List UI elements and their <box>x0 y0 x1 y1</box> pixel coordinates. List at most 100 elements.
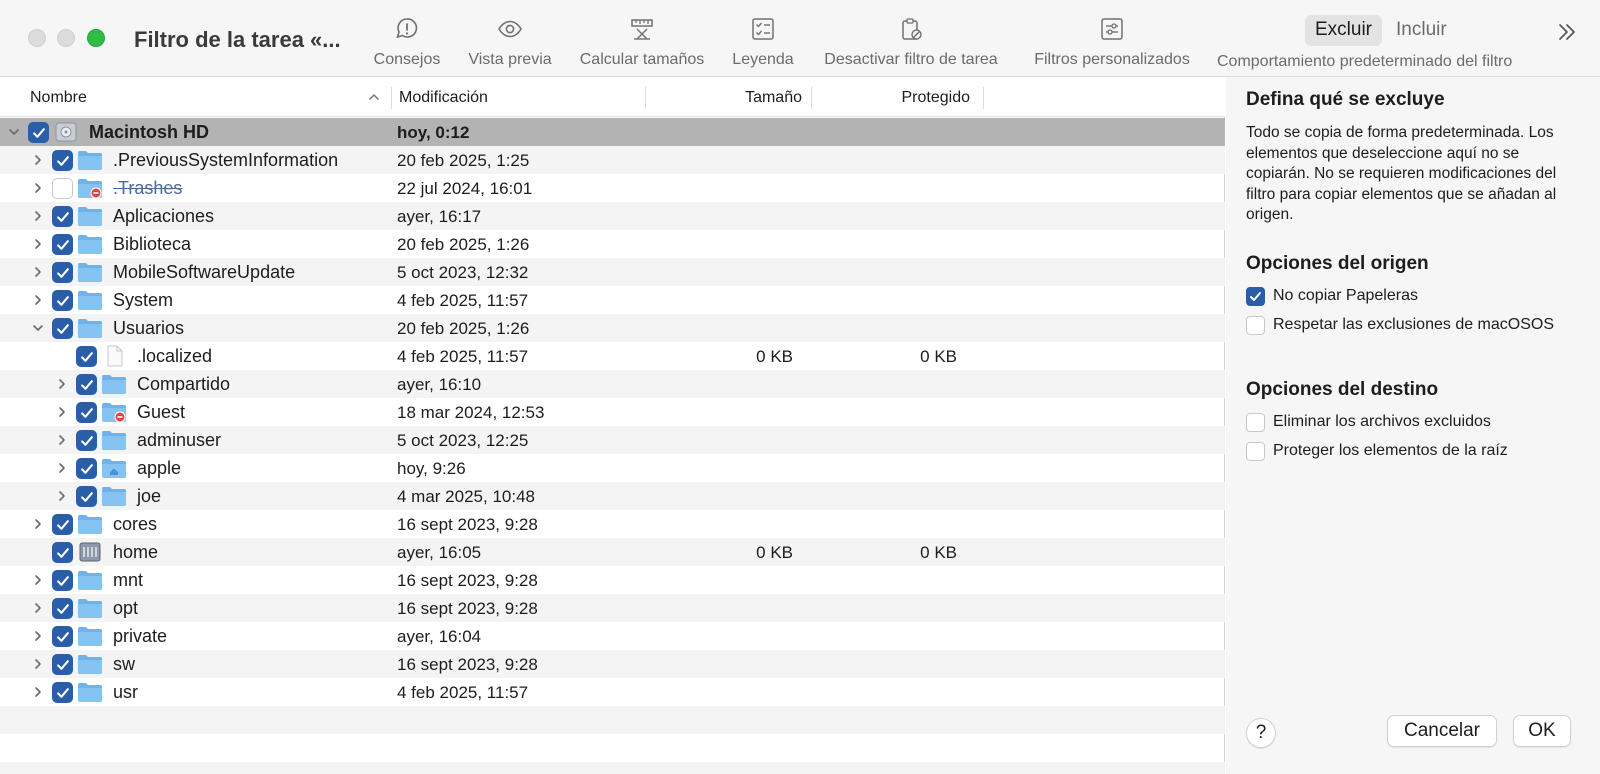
no-copy-trash-option[interactable]: No copiar Papeleras <box>1246 285 1418 307</box>
no-copy-trash-checkbox[interactable] <box>1246 286 1265 306</box>
row-checkbox[interactable] <box>28 122 49 143</box>
table-row[interactable]: cores 16 sept 2023, 9:28 <box>0 510 1225 538</box>
zoom-window-button[interactable] <box>87 29 105 47</box>
disclosure-collapsed-icon[interactable] <box>56 406 68 418</box>
tips-button[interactable]: Consejos <box>372 16 442 74</box>
table-row[interactable]: Usuarios 20 feb 2025, 1:26 <box>0 314 1225 342</box>
table-row[interactable]: Compartido ayer, 16:10 <box>0 370 1225 398</box>
disclosure-collapsed-icon[interactable] <box>32 686 44 698</box>
disclosure-collapsed-icon[interactable] <box>32 658 44 670</box>
disclosure-expanded-icon[interactable] <box>8 126 20 138</box>
disclosure-collapsed-icon[interactable] <box>56 378 68 390</box>
row-checkbox[interactable] <box>76 486 97 507</box>
row-checkbox[interactable] <box>52 318 73 339</box>
protect-root-items-checkbox[interactable] <box>1246 441 1265 461</box>
table-row[interactable]: .localized 4 feb 2025, 11:57 0 KB 0 KB <box>0 342 1225 370</box>
respect-macos-exclusions-checkbox[interactable] <box>1246 315 1265 335</box>
row-checkbox[interactable] <box>52 234 73 255</box>
folder-restricted-icon <box>102 403 126 423</box>
folder-icon <box>78 151 102 170</box>
table-row[interactable]: .PreviousSystemInformation 20 feb 2025, 1… <box>0 146 1225 174</box>
disclosure-collapsed-icon[interactable] <box>32 210 44 222</box>
legend-button[interactable]: Leyenda <box>730 16 796 74</box>
row-checkbox[interactable] <box>52 626 73 647</box>
column-divider[interactable] <box>983 87 984 109</box>
disclosure-collapsed-icon[interactable] <box>32 266 44 278</box>
disclosure-collapsed-icon[interactable] <box>32 294 44 306</box>
table-row[interactable]: Aplicaciones ayer, 16:17 <box>0 202 1225 230</box>
table-row[interactable]: adminuser 5 oct 2023, 12:25 <box>0 426 1225 454</box>
row-checkbox[interactable] <box>52 290 73 311</box>
column-divider[interactable] <box>391 87 392 109</box>
row-checkbox[interactable] <box>52 514 73 535</box>
table-row[interactable]: private ayer, 16:04 <box>0 622 1225 650</box>
delete-excluded-files-option[interactable]: Eliminar los archivos excluidos <box>1246 411 1491 433</box>
table-row[interactable]: usr 4 feb 2025, 11:57 <box>0 678 1225 706</box>
row-checkbox[interactable] <box>52 682 73 703</box>
ok-button[interactable]: OK <box>1513 715 1571 747</box>
column-divider[interactable] <box>811 87 812 109</box>
preview-button[interactable]: Vista previa <box>465 16 555 74</box>
checkmark-icon <box>32 127 45 138</box>
row-checkbox[interactable] <box>76 374 97 395</box>
disclosure-collapsed-icon[interactable] <box>32 602 44 614</box>
toolbar-overflow-chevron-icon[interactable] <box>1556 21 1578 43</box>
folder-icon <box>78 627 102 646</box>
disclosure-collapsed-icon[interactable] <box>32 154 44 166</box>
table-row[interactable]: Biblioteca 20 feb 2025, 1:26 <box>0 230 1225 258</box>
row-checkbox[interactable] <box>52 178 73 199</box>
row-checkbox[interactable] <box>52 570 73 591</box>
table-row[interactable]: System 4 feb 2025, 11:57 <box>0 286 1225 314</box>
row-checkbox[interactable] <box>52 150 73 171</box>
table-row[interactable]: apple hoy, 9:26 <box>0 454 1225 482</box>
row-checkbox[interactable] <box>76 430 97 451</box>
row-name: home <box>113 542 159 562</box>
disclosure-collapsed-icon[interactable] <box>32 630 44 642</box>
column-divider[interactable] <box>645 87 646 109</box>
respect-macos-exclusions-option[interactable]: Respetar las exclusiones de macOSOS <box>1246 314 1554 336</box>
row-checkbox[interactable] <box>52 542 73 563</box>
table-row[interactable]: home ayer, 16:05 0 KB 0 KB <box>0 538 1225 566</box>
row-modified: ayer, 16:10 <box>397 375 482 394</box>
disclosure-expanded-icon[interactable] <box>32 322 44 334</box>
calculate-sizes-button[interactable]: Calcular tamaños <box>576 16 708 74</box>
help-button[interactable]: ? <box>1246 718 1276 748</box>
exclude-segment[interactable]: Excluir <box>1305 15 1383 46</box>
disclosure-collapsed-icon[interactable] <box>32 518 44 530</box>
disable-task-filter-button[interactable]: Desactivar filtro de tarea <box>815 16 1007 74</box>
delete-excluded-files-checkbox[interactable] <box>1246 412 1265 432</box>
row-checkbox[interactable] <box>52 598 73 619</box>
disclosure-collapsed-icon[interactable] <box>56 462 68 474</box>
row-checkbox[interactable] <box>52 206 73 227</box>
row-checkbox[interactable] <box>76 346 97 367</box>
protect-root-items-option[interactable]: Proteger los elementos de la raíz <box>1246 440 1508 462</box>
row-checkbox[interactable] <box>52 262 73 283</box>
table-row[interactable]: sw 16 sept 2023, 9:28 <box>0 650 1225 678</box>
custom-filters-button[interactable]: Filtros personalizados <box>1027 16 1197 74</box>
table-row[interactable]: .Trashes 22 jul 2024, 16:01 <box>0 174 1225 202</box>
disclosure-collapsed-icon[interactable] <box>32 574 44 586</box>
row-checkbox[interactable] <box>76 402 97 423</box>
row-checkbox[interactable] <box>52 654 73 675</box>
table-row[interactable]: Guest 18 mar 2024, 12:53 <box>0 398 1225 426</box>
table-row[interactable]: Macintosh HD hoy, 0:12 <box>0 118 1225 146</box>
table-row[interactable]: joe 4 mar 2025, 10:48 <box>0 482 1225 510</box>
table-row[interactable]: MobileSoftwareUpdate 5 oct 2023, 12:32 <box>0 258 1225 286</box>
column-header-protected[interactable]: Protegido <box>902 89 971 107</box>
table-row[interactable]: mnt 16 sept 2023, 9:28 <box>0 566 1225 594</box>
column-header-modified[interactable]: Modificación <box>399 89 488 107</box>
home-folder-icon <box>102 459 126 478</box>
disclosure-collapsed-icon[interactable] <box>32 182 44 194</box>
column-header-name[interactable]: Nombre <box>30 89 87 107</box>
cancel-button[interactable]: Cancelar <box>1387 715 1497 747</box>
include-segment[interactable]: Incluir <box>1386 15 1457 46</box>
disclosure-collapsed-icon[interactable] <box>32 238 44 250</box>
row-checkbox[interactable] <box>76 458 97 479</box>
minimize-window-button[interactable] <box>57 29 75 47</box>
close-window-button[interactable] <box>28 29 46 47</box>
table-row[interactable]: opt 16 sept 2023, 9:28 <box>0 594 1225 622</box>
column-header-size[interactable]: Tamaño <box>745 89 802 107</box>
disclosure-collapsed-icon[interactable] <box>56 434 68 446</box>
disclosure-collapsed-icon[interactable] <box>56 490 68 502</box>
folder-icon <box>78 291 102 310</box>
